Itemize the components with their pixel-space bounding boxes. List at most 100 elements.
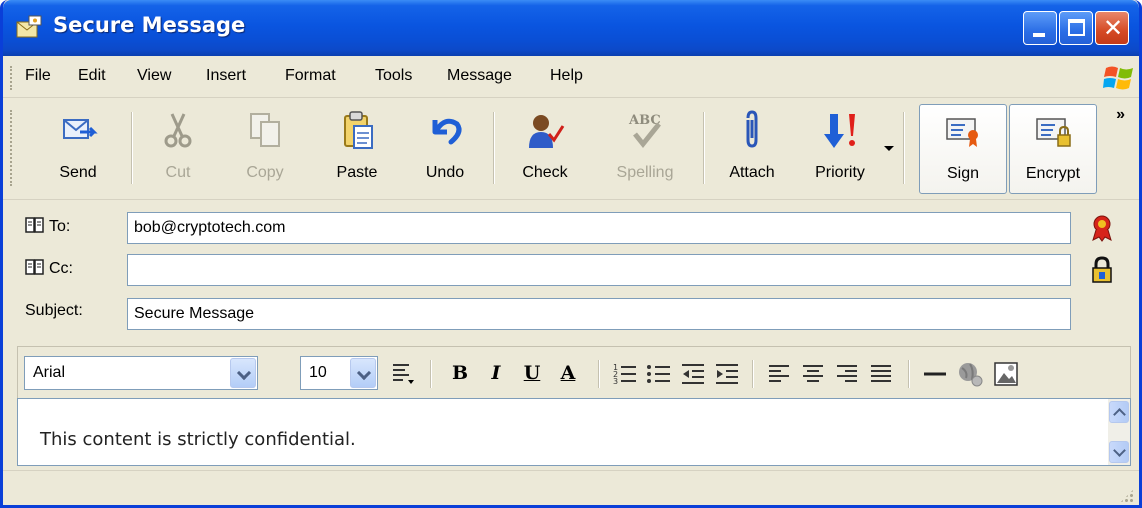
encrypt-lock-icon [1036,118,1071,147]
cc-label-button[interactable]: Cc: [25,258,73,278]
horizontal-line-icon[interactable] [922,361,948,387]
priority-dropdown-arrow-icon[interactable] [884,146,894,151]
copy-button[interactable]: Copy [225,104,305,194]
send-label: Send [59,164,97,181]
underline-button[interactable]: U [518,358,546,388]
minimize-icon [1033,33,1045,37]
svg-text:3: 3 [613,377,618,386]
menu-format[interactable]: Format [285,67,336,85]
status-bar [3,470,1139,505]
toolbar-overflow-chevron[interactable]: » [1116,106,1125,124]
align-left-icon[interactable] [766,361,792,387]
cut-label: Cut [165,164,191,181]
close-icon: ✕ [1103,14,1124,42]
message-text: This content is strictly confidential. [40,429,356,450]
windows-logo-icon [1103,66,1133,90]
window-title: Secure Message [53,13,246,37]
menu-edit[interactable]: Edit [78,67,106,85]
insert-picture-icon[interactable] [992,360,1020,388]
justify-icon[interactable] [868,361,894,387]
sign-button[interactable]: Sign [919,104,1007,194]
address-book-icon [25,217,44,233]
to-field[interactable]: bob@cryptotech.com [127,212,1071,244]
cc-field[interactable] [127,254,1071,286]
bold-button[interactable]: B [446,358,474,388]
message-window: Secure Message ✕ File Edit View Insert F… [0,0,1142,508]
font-size-value: 10 [309,364,327,381]
font-size-select[interactable]: 10 [300,356,378,390]
align-right-icon[interactable] [834,361,860,387]
vertical-scrollbar[interactable] [1108,399,1130,465]
encrypt-label: Encrypt [1025,165,1081,182]
bullet-list-icon[interactable] [646,361,672,387]
resize-grip-icon[interactable] [1119,488,1135,504]
minimize-button[interactable] [1023,11,1057,45]
send-icon [63,119,98,139]
menubar-grip[interactable] [10,66,13,90]
cc-label: Cc: [49,260,73,277]
menu-file[interactable]: File [25,67,51,85]
maximize-icon [1068,19,1085,36]
close-button[interactable]: ✕ [1095,11,1129,45]
copy-icon [250,113,280,147]
address-pane: To: bob@cryptotech.com Cc: Subject: Secu… [3,200,1139,342]
maximize-button[interactable] [1059,11,1093,45]
numbered-list-icon[interactable]: 1 2 3 [612,361,638,387]
menu-insert[interactable]: Insert [206,67,246,85]
encrypted-lock-icon [1092,256,1112,283]
font-color-button[interactable]: A [554,358,582,388]
encrypt-button[interactable]: Encrypt [1009,104,1097,194]
main-toolbar: Send Cut Copy Paste Undo Check ABC Spell… [3,98,1139,200]
italic-button[interactable]: I [482,358,510,388]
format-separator [430,360,432,388]
decrease-indent-icon[interactable] [680,361,706,387]
insert-link-globe-icon[interactable] [956,360,984,388]
subject-field[interactable]: Secure Message [127,298,1071,330]
check-names-icon [529,115,565,148]
title-bar[interactable]: Secure Message ✕ [3,0,1139,56]
signed-ribbon-icon [1092,215,1112,242]
priority-button[interactable]: Priority [799,104,881,194]
toolbar-grip[interactable] [10,110,13,186]
undo-icon [432,118,462,145]
sign-label: Sign [946,165,980,182]
spelling-label: Spelling [616,164,674,181]
undo-label: Undo [425,164,465,181]
to-label-button[interactable]: To: [25,216,70,236]
format-separator [598,360,600,388]
attach-button[interactable]: Attach [711,104,793,194]
scroll-down-button[interactable] [1109,441,1129,463]
align-center-icon[interactable] [800,361,826,387]
formatting-toolbar: Arial 10 B I U A 1 2 3 [17,346,1131,398]
menu-message[interactable]: Message [447,67,512,85]
send-button[interactable]: Send [33,104,123,194]
toolbar-separator [903,112,905,184]
check-label: Check [522,164,568,181]
scroll-up-button[interactable] [1109,401,1129,423]
cut-button[interactable]: Cut [143,104,213,194]
message-body[interactable]: This content is strictly confidential. [17,398,1131,466]
priority-icon [824,114,855,148]
address-book-icon [25,259,44,275]
font-dropdown-arrow-icon[interactable] [230,358,256,388]
check-names-button[interactable]: Check [505,104,585,194]
paperclip-icon [746,110,758,148]
increase-indent-icon[interactable] [714,361,740,387]
menu-view[interactable]: View [137,67,171,85]
menu-tools[interactable]: Tools [375,67,412,85]
paste-button[interactable]: Paste [319,104,395,194]
toolbar-separator [131,112,133,184]
font-name-select[interactable]: Arial [24,356,258,390]
copy-label: Copy [246,164,284,181]
priority-label: Priority [815,164,865,181]
undo-button[interactable]: Undo [407,104,483,194]
menu-help[interactable]: Help [550,67,583,85]
menu-bar: File Edit View Insert Format Tools Messa… [3,56,1139,98]
spelling-button[interactable]: ABC Spelling [597,104,693,194]
spelling-icon: ABC [628,113,661,149]
sign-certificate-icon [946,118,978,147]
paragraph-style-icon[interactable] [390,361,416,387]
toolbar-separator [703,112,705,184]
cut-icon [164,113,192,148]
size-dropdown-arrow-icon[interactable] [350,358,376,388]
